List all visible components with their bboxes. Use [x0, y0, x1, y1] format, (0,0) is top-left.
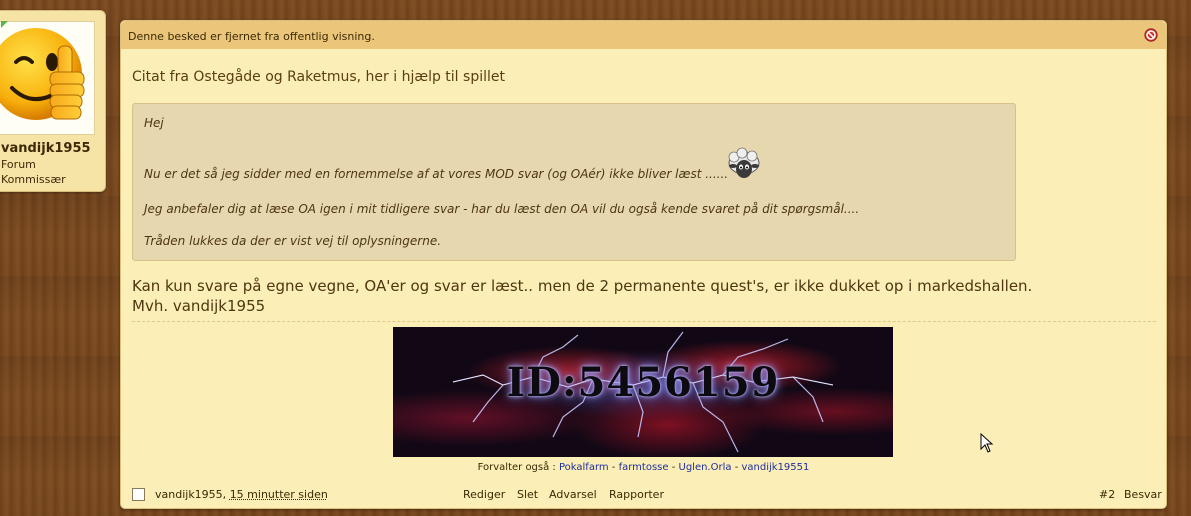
mouse-cursor-icon — [980, 433, 994, 453]
no-entry-icon — [1144, 28, 1158, 42]
report-link[interactable]: Rapporter — [609, 488, 664, 501]
message-body: Kan kun svare på egne vegne, OA'er og sv… — [132, 276, 1032, 316]
user-title-line2: Kommissær — [1, 173, 66, 186]
select-checkbox[interactable] — [132, 488, 145, 501]
quote-line-2: Jeg anbefaler dig at læse OA igen i mit … — [144, 202, 860, 216]
signature-link-vandijk19551[interactable]: vandijk19551 — [741, 462, 809, 473]
footer-timestamp[interactable]: 15 minutter siden — [230, 488, 328, 501]
signature-divider — [132, 321, 1156, 322]
signature-links: Forvalter også : Pokalfarm - farmtosse -… — [121, 462, 1166, 473]
quote-box: Hej Nu er det så jeg sidder med en forne… — [132, 103, 1016, 261]
link-separator: - — [608, 462, 619, 473]
avatar[interactable] — [0, 21, 95, 135]
delete-link[interactable]: Slet — [517, 488, 538, 501]
user-card: vandijk1955 Forum Kommissær — [0, 10, 106, 192]
footer-author-name[interactable]: vandijk1955, — [155, 488, 226, 501]
reply-link[interactable]: Besvar — [1124, 488, 1162, 501]
quote-line-greeting: Hej — [144, 116, 164, 130]
message-panel: Denne besked er fjernet fra offentlig vi… — [120, 20, 1167, 509]
warning-link[interactable]: Advarsel — [549, 488, 597, 501]
signature-link-farmtosse[interactable]: farmtosse — [619, 462, 669, 473]
signature-links-prefix: Forvalter også : — [477, 462, 556, 473]
edit-link[interactable]: Rediger — [463, 488, 505, 501]
message-body-line1: Kan kun svare på egne vegne, OA'er og sv… — [132, 277, 1033, 295]
signature-banner: ID:5456159 — [393, 327, 893, 457]
quote-header: Citat fra Ostegåde og Raketmus, her i hj… — [132, 69, 505, 85]
quote-line-3: Tråden lukkes da der er vist vej til opl… — [144, 234, 442, 248]
post-number[interactable]: #2 — [1099, 488, 1115, 501]
online-indicator — [1, 21, 8, 28]
user-title: Forum Kommissær — [1, 157, 66, 187]
moderation-notice: Denne besked er fjernet fra offentlig vi… — [121, 21, 1166, 49]
user-title-line1: Forum — [1, 158, 36, 171]
message-footer: vandijk1955, 15 minutter siden Rediger S… — [132, 487, 1162, 505]
signature-link-pokalfarm[interactable]: Pokalfarm — [559, 462, 609, 473]
link-separator: - — [731, 462, 742, 473]
link-separator: - — [668, 462, 679, 473]
footer-author: vandijk1955, 15 minutter siden — [155, 488, 328, 501]
quote-line-1: Nu er det så jeg sidder med en fornemmel… — [144, 167, 729, 181]
thumbs-up-smiley-icon — [0, 28, 85, 120]
notice-text: Denne besked er fjernet fra offentlig vi… — [128, 30, 375, 43]
message-body-line2: Mvh. vandijk1955 — [132, 297, 266, 315]
signature-id-text: ID:5456159 — [506, 359, 780, 406]
signature-link-uglen-orla[interactable]: Uglen.Orla — [679, 462, 732, 473]
username[interactable]: vandijk1955 — [1, 141, 91, 156]
sheep-icon — [728, 147, 760, 178]
